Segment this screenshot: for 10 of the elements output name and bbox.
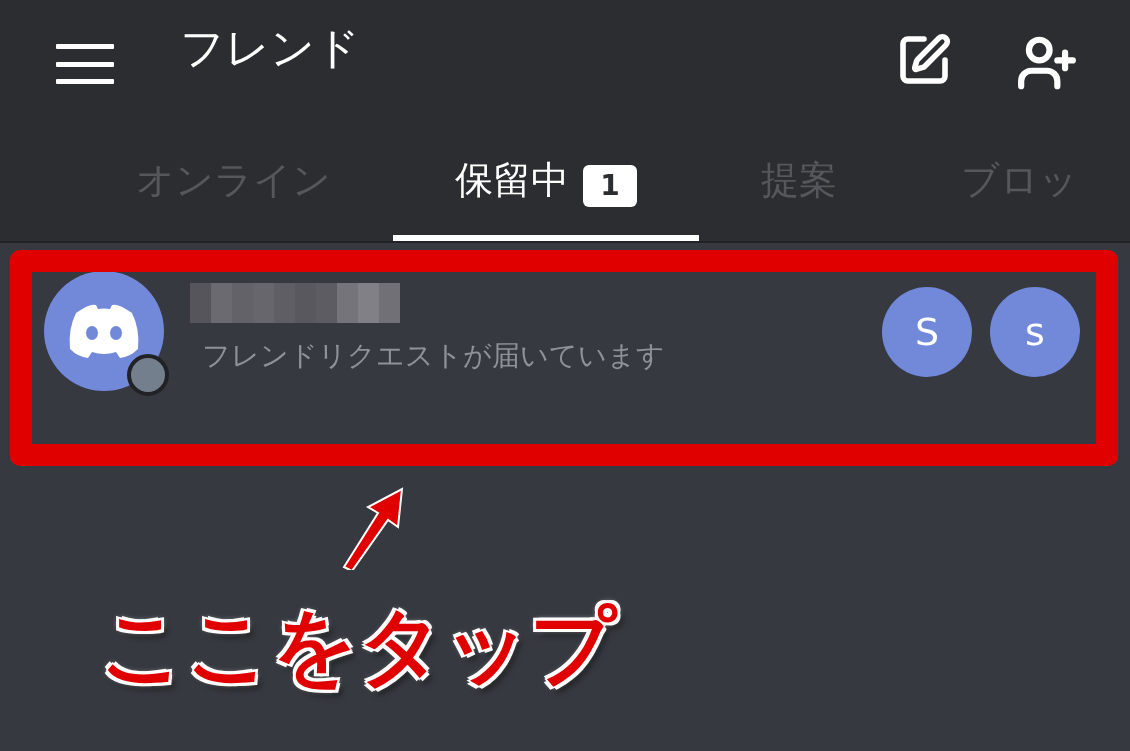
request-subtitle: フレンドリクエストが届いています xyxy=(202,338,666,374)
arrow-icon xyxy=(340,485,405,570)
annotation-text: ここをタップ xyxy=(100,596,616,697)
action-button[interactable]: S xyxy=(882,287,972,377)
menu-button[interactable] xyxy=(56,44,114,84)
avatar-icon xyxy=(44,271,164,391)
page-title: フレンド xyxy=(180,22,361,75)
tab[interactable]: 保留中 1 xyxy=(393,120,699,241)
action-button[interactable]: s xyxy=(990,287,1080,377)
count-badge: 1 xyxy=(583,164,637,207)
